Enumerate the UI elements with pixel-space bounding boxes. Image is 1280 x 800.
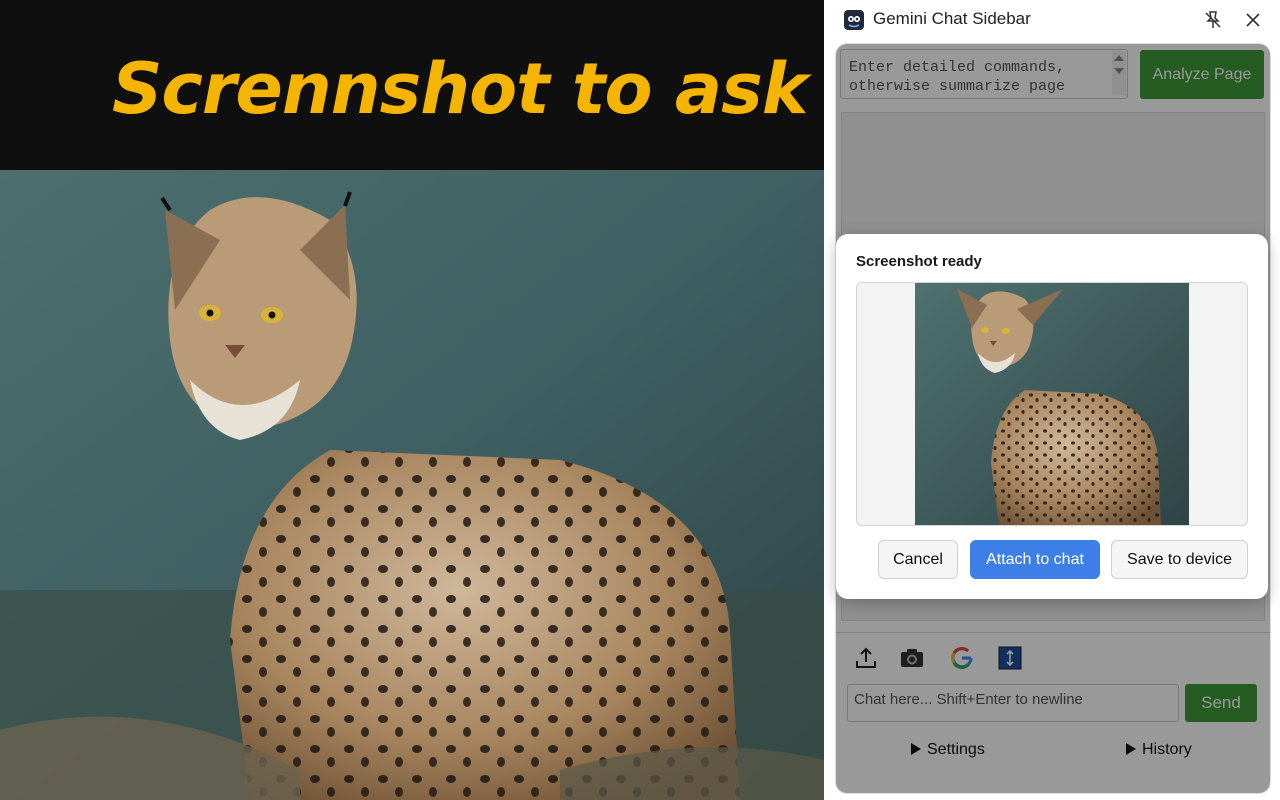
modal-title: Screenshot ready bbox=[856, 253, 982, 270]
lynx-photo bbox=[0, 170, 824, 800]
cancel-button[interactable]: Cancel bbox=[878, 540, 958, 579]
screenshot-thumbnail bbox=[915, 283, 1189, 525]
save-to-device-button[interactable]: Save to device bbox=[1111, 540, 1248, 579]
promo-image-area: Scrennshot to ask bbox=[0, 0, 824, 800]
promo-title: Scrennshot to ask bbox=[112, 48, 808, 130]
pin-off-icon[interactable] bbox=[1202, 9, 1224, 31]
close-icon[interactable] bbox=[1242, 9, 1264, 31]
sidebar-title: Gemini Chat Sidebar bbox=[873, 9, 1031, 28]
app-logo-icon bbox=[844, 10, 864, 30]
promo-banner: Scrennshot to ask bbox=[0, 0, 824, 170]
screenshot-modal: Screenshot ready Cancel Attach to chat S… bbox=[836, 234, 1268, 599]
attach-to-chat-button[interactable]: Attach to chat bbox=[970, 540, 1100, 579]
screenshot-preview bbox=[856, 282, 1248, 526]
sidebar-header: Gemini Chat Sidebar bbox=[824, 0, 1280, 40]
